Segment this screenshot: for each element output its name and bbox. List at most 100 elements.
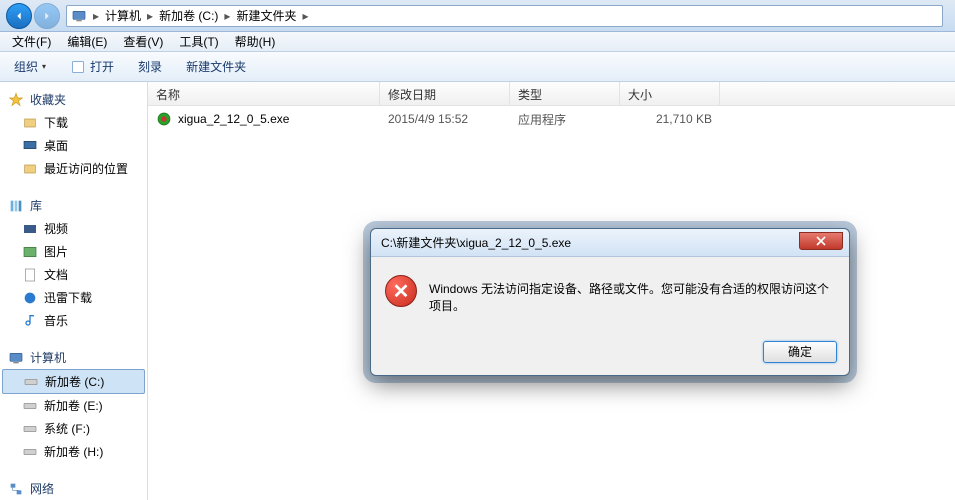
breadcrumb[interactable]: ▸ 计算机 ▸ 新加卷 (C:) ▸ 新建文件夹 ▸ <box>66 5 943 27</box>
burn-label: 刻录 <box>138 58 162 75</box>
nav-buttons <box>6 3 60 29</box>
nav-label: 网络 <box>30 480 54 497</box>
sidebar-item-recent[interactable]: 最近访问的位置 <box>0 157 147 180</box>
drive-icon <box>22 444 38 460</box>
computer-icon <box>71 8 87 24</box>
drive-icon <box>22 398 38 414</box>
col-name[interactable]: 名称 <box>148 82 380 105</box>
file-name: xigua_2_12_0_5.exe <box>178 112 289 126</box>
menu-edit[interactable]: 编辑(E) <box>59 31 115 52</box>
sidebar-item-drive-e[interactable]: 新加卷 (E:) <box>0 394 147 417</box>
sidebar-item-xunlei[interactable]: 迅雷下载 <box>0 286 147 309</box>
chevron-right-icon: ▸ <box>91 9 101 23</box>
column-headers: 名称 修改日期 类型 大小 <box>148 82 955 106</box>
burn-button[interactable]: 刻录 <box>132 56 168 77</box>
nav-label: 最近访问的位置 <box>44 160 128 177</box>
breadcrumb-part[interactable]: 计算机 <box>101 7 145 24</box>
close-icon <box>816 236 826 246</box>
chevron-right-icon: ▸ <box>300 9 310 23</box>
menu-view[interactable]: 查看(V) <box>115 31 171 52</box>
recent-icon <box>22 161 38 177</box>
video-icon <box>22 221 38 237</box>
dialog-body: ✕ Windows 无法访问指定设备、路径或文件。您可能没有合适的权限访问这个项… <box>371 257 849 333</box>
open-label: 打开 <box>90 58 114 75</box>
nav-head-network[interactable]: 网络 <box>0 477 147 500</box>
document-icon <box>22 267 38 283</box>
nav-label: 下载 <box>44 114 68 131</box>
ok-button[interactable]: 确定 <box>763 341 837 363</box>
nav-label: 新加卷 (H:) <box>44 443 103 460</box>
nav-group-libraries: 库 视频 图片 文档 迅雷下载 音乐 <box>0 194 147 332</box>
error-dialog: C:\新建文件夹\xigua_2_12_0_5.exe ✕ Windows 无法… <box>370 228 850 376</box>
computer-icon <box>8 350 24 366</box>
nav-label: 视频 <box>44 220 68 237</box>
download-icon <box>22 115 38 131</box>
star-icon <box>8 92 24 108</box>
cell-name: xigua_2_12_0_5.exe <box>148 109 380 129</box>
nav-label: 收藏夹 <box>30 91 66 108</box>
xunlei-icon <box>22 290 38 306</box>
file-rows: xigua_2_12_0_5.exe 2015/4/9 15:52 应用程序 2… <box>148 106 955 132</box>
nav-label: 计算机 <box>30 349 66 366</box>
organize-button[interactable]: 组织 ▾ <box>8 56 52 77</box>
nav-label: 系统 (F:) <box>44 420 90 437</box>
menu-file[interactable]: 文件(F) <box>4 31 59 52</box>
new-folder-button[interactable]: 新建文件夹 <box>180 56 252 77</box>
desktop-icon <box>22 138 38 154</box>
sidebar-item-desktop[interactable]: 桌面 <box>0 134 147 157</box>
nav-head-libraries[interactable]: 库 <box>0 194 147 217</box>
nav-head-favorites[interactable]: 收藏夹 <box>0 88 147 111</box>
open-button[interactable]: 打开 <box>64 56 120 77</box>
breadcrumb-part[interactable]: 新建文件夹 <box>232 7 300 24</box>
nav-head-computer[interactable]: 计算机 <box>0 346 147 369</box>
nav-group-computer: 计算机 新加卷 (C:) 新加卷 (E:) 系统 (F:) 新加卷 (H:) <box>0 346 147 463</box>
network-icon <box>8 481 24 497</box>
sidebar-item-music[interactable]: 音乐 <box>0 309 147 332</box>
nav-label: 文档 <box>44 266 68 283</box>
address-bar-area: ▸ 计算机 ▸ 新加卷 (C:) ▸ 新建文件夹 ▸ <box>0 0 955 32</box>
cell-date: 2015/4/9 15:52 <box>380 110 510 128</box>
organize-label: 组织 <box>14 58 38 75</box>
sidebar-item-drive-f[interactable]: 系统 (F:) <box>0 417 147 440</box>
col-type[interactable]: 类型 <box>510 82 620 105</box>
open-icon <box>70 59 86 75</box>
drive-icon <box>23 374 39 390</box>
sidebar-item-video[interactable]: 视频 <box>0 217 147 240</box>
navigation-pane: 收藏夹 下载 桌面 最近访问的位置 库 视频 <box>0 82 148 500</box>
dialog-message: Windows 无法访问指定设备、路径或文件。您可能没有合适的权限访问这个项目。 <box>429 275 835 315</box>
sidebar-item-downloads[interactable]: 下载 <box>0 111 147 134</box>
nav-group-favorites: 收藏夹 下载 桌面 最近访问的位置 <box>0 88 147 180</box>
chevron-down-icon: ▾ <box>42 62 46 71</box>
table-row[interactable]: xigua_2_12_0_5.exe 2015/4/9 15:52 应用程序 2… <box>148 108 955 130</box>
nav-label: 迅雷下载 <box>44 289 92 306</box>
chevron-right-icon: ▸ <box>222 9 232 23</box>
command-bar: 组织 ▾ 打开 刻录 新建文件夹 <box>0 52 955 82</box>
menu-tools[interactable]: 工具(T) <box>171 31 226 52</box>
forward-button[interactable] <box>34 3 60 29</box>
col-date[interactable]: 修改日期 <box>380 82 510 105</box>
nav-label: 音乐 <box>44 312 68 329</box>
error-icon: ✕ <box>385 275 417 307</box>
chevron-right-icon: ▸ <box>145 9 155 23</box>
dialog-footer: 确定 <box>371 333 849 375</box>
nav-group-network: 网络 <box>0 477 147 500</box>
col-size[interactable]: 大小 <box>620 82 720 105</box>
menu-help[interactable]: 帮助(H) <box>227 31 284 52</box>
sidebar-item-pictures[interactable]: 图片 <box>0 240 147 263</box>
nav-label: 新加卷 (E:) <box>44 397 103 414</box>
close-button[interactable] <box>799 232 843 250</box>
sidebar-item-drive-h[interactable]: 新加卷 (H:) <box>0 440 147 463</box>
breadcrumb-part[interactable]: 新加卷 (C:) <box>155 7 222 24</box>
back-button[interactable] <box>6 3 32 29</box>
cell-size: 21,710 KB <box>620 110 720 128</box>
dialog-titlebar[interactable]: C:\新建文件夹\xigua_2_12_0_5.exe <box>371 229 849 257</box>
nav-label: 桌面 <box>44 137 68 154</box>
exe-icon <box>156 111 172 127</box>
new-folder-label: 新建文件夹 <box>186 58 246 75</box>
drive-icon <box>22 421 38 437</box>
library-icon <box>8 198 24 214</box>
sidebar-item-drive-c[interactable]: 新加卷 (C:) <box>2 369 145 394</box>
sidebar-item-documents[interactable]: 文档 <box>0 263 147 286</box>
picture-icon <box>22 244 38 260</box>
music-icon <box>22 313 38 329</box>
